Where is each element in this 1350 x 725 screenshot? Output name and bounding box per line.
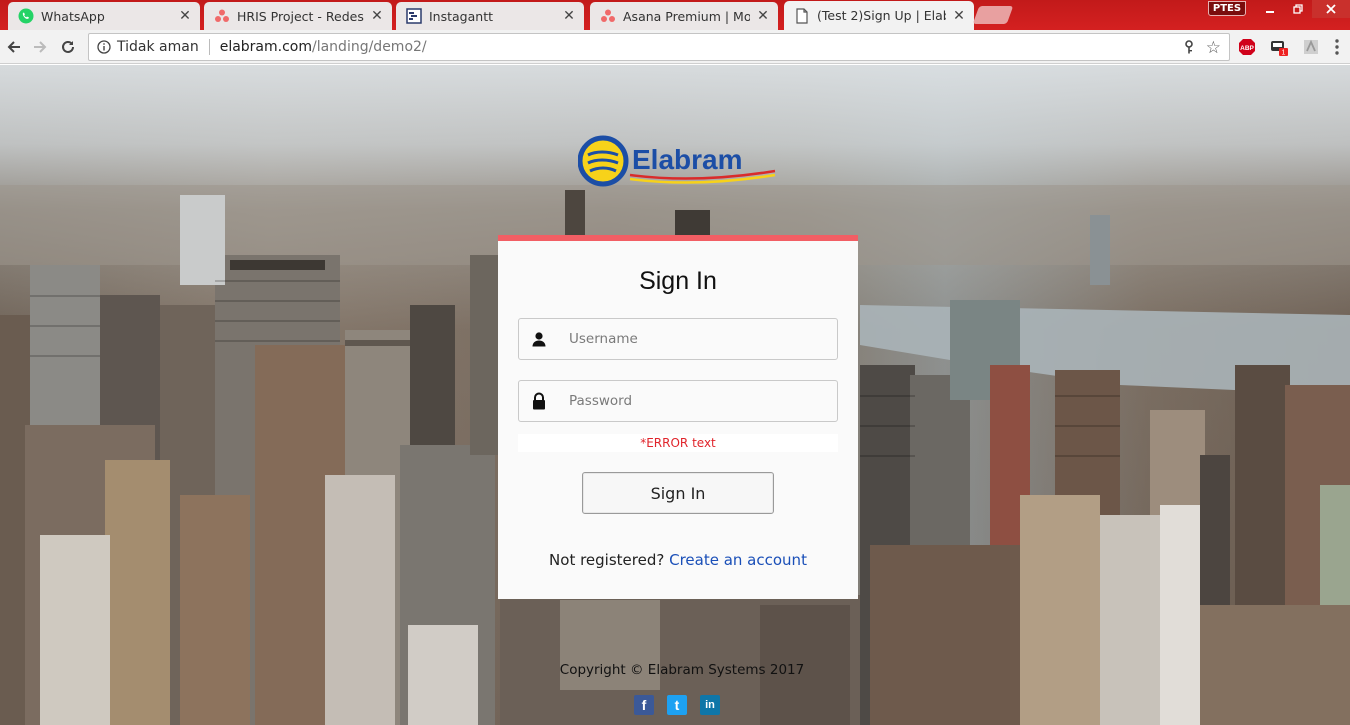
elabram-logo: Elabram	[578, 135, 776, 187]
signin-button[interactable]: Sign In	[582, 472, 774, 514]
tab-whatsapp[interactable]: WhatsApp ✕	[8, 2, 200, 30]
facebook-icon[interactable]: f	[634, 695, 654, 715]
instagantt-icon	[406, 8, 422, 24]
profile-badge[interactable]: PTES	[1208, 1, 1246, 16]
address-separator	[208, 39, 210, 55]
linkedin-icon[interactable]: in	[700, 695, 720, 715]
back-arrow-icon[interactable]	[2, 36, 26, 58]
tab-title: Asana Premium | More fe	[623, 8, 750, 24]
url-host: elabram.com	[219, 39, 312, 55]
document-icon	[794, 7, 810, 24]
logo-wordmark: Elabram	[632, 144, 743, 175]
browser-toolbar: Tidak aman elabram.com /landing/demo2/ ☆…	[0, 30, 1350, 64]
password-field[interactable]	[518, 380, 838, 422]
close-icon[interactable]: ✕	[756, 9, 770, 23]
whatsapp-icon	[18, 8, 34, 24]
copyright-text: Copyright © Elabram Systems 2017	[559, 662, 805, 678]
abp-label: ABP	[1240, 45, 1254, 52]
tab-title: (Test 2)Sign Up | Elabram	[817, 8, 946, 23]
asana-icon	[214, 8, 230, 24]
tab-asana-premium[interactable]: Asana Premium | More fe ✕	[590, 2, 778, 30]
window-close-icon[interactable]	[1312, 0, 1350, 18]
extension-badge: 1	[1282, 50, 1286, 57]
tab-title: WhatsApp	[41, 8, 105, 24]
signin-title: Sign In	[639, 267, 717, 295]
restore-icon[interactable]	[1284, 0, 1312, 18]
tab-title: HRIS Project - Redesign	[237, 8, 364, 24]
create-account-link[interactable]: Create an account	[669, 551, 807, 569]
register-prompt: Not registered? Create an account	[498, 551, 858, 569]
minimize-icon[interactable]	[1256, 0, 1284, 18]
twitter-icon[interactable]: t	[667, 695, 687, 715]
username-field[interactable]	[518, 318, 838, 360]
password-input[interactable]	[559, 382, 837, 420]
tab-elabram-signup[interactable]: (Test 2)Sign Up | Elabram ✕	[784, 1, 974, 30]
address-bar[interactable]: Tidak aman elabram.com /landing/demo2/ ☆	[88, 33, 1230, 61]
close-icon[interactable]: ✕	[178, 9, 192, 23]
info-icon[interactable]	[97, 40, 111, 54]
register-prompt-text: Not registered?	[549, 551, 665, 569]
lock-icon	[519, 381, 559, 421]
asana-icon	[600, 8, 616, 24]
username-input[interactable]	[559, 320, 837, 358]
security-label[interactable]: Tidak aman	[117, 39, 199, 55]
key-icon[interactable]	[1183, 40, 1195, 58]
url-path: /landing/demo2/	[312, 39, 427, 55]
user-icon	[519, 319, 559, 359]
bookmark-star-icon[interactable]: ☆	[1206, 38, 1221, 58]
page-background: Elabram Sign In *ERROR text Sign In Not …	[0, 65, 1350, 725]
new-tab-button[interactable]	[972, 6, 1014, 24]
close-icon[interactable]: ✕	[562, 9, 576, 23]
close-icon[interactable]: ✕	[370, 9, 384, 23]
forward-arrow-icon[interactable]	[28, 36, 52, 58]
error-message: *ERROR text	[518, 434, 838, 452]
reload-icon[interactable]	[56, 36, 80, 58]
signin-card: Sign In *ERROR text Sign In Not register…	[498, 235, 858, 599]
tab-title: Instagantt	[429, 8, 494, 24]
close-icon[interactable]: ✕	[952, 9, 966, 23]
extension-icon[interactable]: 1	[1270, 38, 1288, 57]
menu-icon[interactable]	[1334, 38, 1350, 56]
pdf-extension-icon[interactable]	[1302, 38, 1320, 56]
tab-hris-project[interactable]: HRIS Project - Redesign ✕	[204, 2, 392, 30]
browser-tab-strip: WhatsApp ✕ HRIS Project - Redesign ✕ Ins…	[0, 0, 1350, 30]
adblock-plus-icon[interactable]: ABP	[1238, 38, 1256, 56]
tab-instagantt[interactable]: Instagantt ✕	[396, 2, 584, 30]
